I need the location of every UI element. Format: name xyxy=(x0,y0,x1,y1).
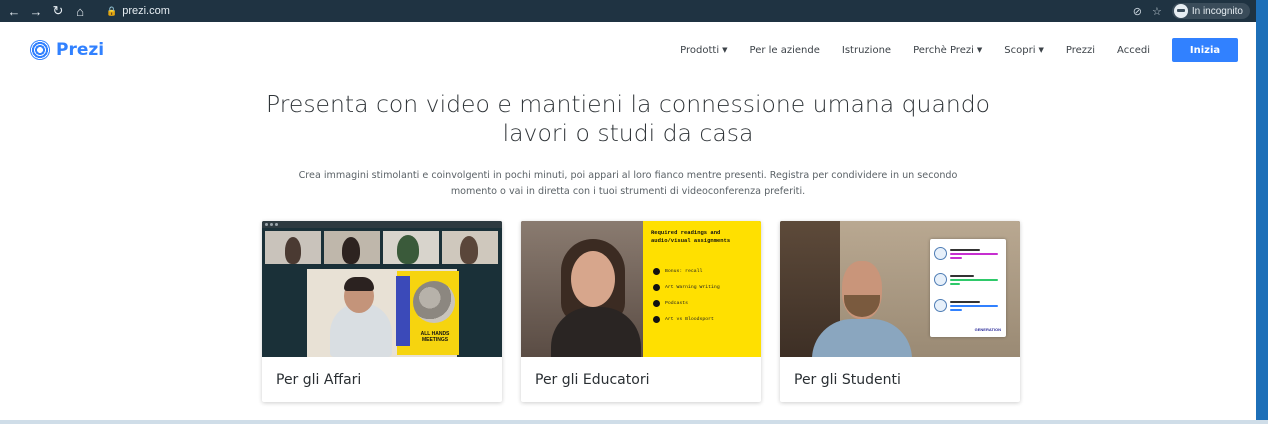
menu-label: Prezzi xyxy=(1065,44,1096,56)
participant-tile xyxy=(383,231,439,264)
hero-subtitle-line: momento o vai in diretta con i tuoi stru… xyxy=(450,186,806,197)
slide-edge-accent xyxy=(1256,0,1268,424)
web-page: Prezi Prodotti ▼ Per le aziende Istruzion… xyxy=(0,22,1256,420)
slide-collage xyxy=(413,281,455,323)
card-label: Per gli Affari xyxy=(276,371,362,388)
card-educatori[interactable]: Required readings and audio/visual assig… xyxy=(521,221,761,402)
avatar-icon xyxy=(934,247,947,260)
card-studenti[interactable]: GENERATION Per gli Studenti xyxy=(780,221,1020,402)
lock-icon: 🔒 xyxy=(106,5,118,16)
assignment-list: Bonus: recall Art Warning Writing Podcas… xyxy=(653,263,753,327)
infographic-caption: GENERATION xyxy=(974,327,1001,332)
menu-item-per-le-aziende[interactable]: Per le aziende xyxy=(750,45,820,56)
slide-edge-bottom xyxy=(0,420,1268,424)
prezi-logo[interactable]: Prezi xyxy=(30,40,104,60)
list-item-text: Art Warning Writing xyxy=(665,284,720,290)
card-label: Per gli Educatori xyxy=(535,371,650,388)
menu-item-prodotti[interactable]: Prodotti ▼ xyxy=(680,45,727,56)
infographic-row xyxy=(934,247,998,260)
slide-menu-strip xyxy=(396,276,410,346)
list-item: Art vs Bloodsport xyxy=(653,311,753,327)
menu-label: Prodotti xyxy=(680,44,720,56)
menu-item-accedi[interactable]: Accedi xyxy=(1117,45,1150,56)
address-bar[interactable]: prezi.com xyxy=(122,5,170,17)
hero-subtitle: Crea immagini stimolanti e coinvolgenti … xyxy=(0,168,1256,200)
browser-toolbar: ← → ↻ ⌂ 🔒 prezi.com ⊘ ☆ In incognito xyxy=(0,0,1256,22)
list-item-text: Bonus: recall xyxy=(665,268,703,274)
menu-label: Perchè Prezi xyxy=(913,44,974,56)
generation-infographic: GENERATION xyxy=(930,239,1006,337)
inizia-button[interactable]: Inizia xyxy=(1172,38,1238,62)
chevron-down-icon: ▼ xyxy=(1038,46,1044,54)
bullet-icon xyxy=(653,283,660,291)
bar-group xyxy=(950,248,998,259)
bullet-icon xyxy=(653,267,660,275)
prezi-logo-icon xyxy=(30,40,50,60)
menu-label: Scopri xyxy=(1004,44,1036,56)
forward-icon[interactable]: → xyxy=(28,3,44,19)
teacher-face xyxy=(571,251,615,307)
chevron-down-icon: ▼ xyxy=(976,46,983,54)
bullet-icon xyxy=(653,315,660,323)
main-menu: Prodotti ▼ Per le aziende Istruzione Perc… xyxy=(658,38,1238,62)
list-item-text: Art vs Bloodsport xyxy=(665,316,714,322)
logo-text: Prezi xyxy=(56,40,105,60)
menu-label: Istruzione xyxy=(841,44,892,56)
avatar-icon xyxy=(934,273,947,286)
menu-label: Per le aziende xyxy=(749,44,820,56)
menu-item-prezzi[interactable]: Prezzi xyxy=(1066,45,1095,56)
card-label: Per gli Studenti xyxy=(794,371,901,388)
menu-item-istruzione[interactable]: Istruzione xyxy=(842,45,891,56)
hero-title: Presenta con video e mantieni la conness… xyxy=(0,90,1256,148)
slide-caption: ALL HANDS MEETINGS xyxy=(420,331,450,343)
incognito-label: In incognito xyxy=(1191,5,1243,17)
participant-tile xyxy=(324,231,380,264)
list-item: Art Warning Writing xyxy=(653,279,753,295)
infographic-row xyxy=(934,299,998,312)
hero-subtitle-line: Crea immagini stimolanti e coinvolgenti … xyxy=(298,170,958,181)
card-educatori-image: Required readings and audio/visual assig… xyxy=(521,221,761,357)
star-icon[interactable]: ☆ xyxy=(1152,5,1162,18)
video-call-titlebar xyxy=(262,221,502,228)
bar-group xyxy=(950,274,998,285)
bullet-icon xyxy=(653,299,660,307)
eye-off-icon[interactable]: ⊘ xyxy=(1133,5,1142,18)
assignment-heading: Required readings and audio/visual assig… xyxy=(651,229,731,244)
card-affari-image: ALL HANDS MEETINGS xyxy=(262,221,502,357)
participant-tile xyxy=(265,231,321,264)
incognito-icon xyxy=(1173,4,1188,18)
chevron-down-icon: ▼ xyxy=(722,46,728,54)
presenter-hair xyxy=(344,277,374,291)
infographic-row xyxy=(934,273,998,286)
reload-icon[interactable]: ↻ xyxy=(50,3,66,19)
list-item: Podcasts xyxy=(653,295,753,311)
incognito-badge[interactable]: In incognito xyxy=(1171,3,1250,19)
list-item: Bonus: recall xyxy=(653,263,753,279)
home-icon[interactable]: ⌂ xyxy=(72,3,88,19)
back-icon[interactable]: ← xyxy=(6,3,22,19)
menu-item-perche-prezi[interactable]: Perchè Prezi ▼ xyxy=(913,45,982,56)
bar-group xyxy=(950,300,998,311)
card-studenti-image: GENERATION xyxy=(780,221,1020,357)
participant-tile xyxy=(442,231,498,264)
list-item-text: Podcasts xyxy=(665,300,689,306)
menu-label: Accedi xyxy=(1117,44,1150,56)
site-header: Prezi Prodotti ▼ Per le aziende Istruzion… xyxy=(0,22,1256,78)
menu-item-scopri[interactable]: Scopri ▼ xyxy=(1004,45,1044,56)
browser-actions: ⊘ ☆ In incognito xyxy=(1133,3,1250,19)
hero-title-line: Presenta con video e mantieni la conness… xyxy=(265,90,991,118)
avatar-icon xyxy=(934,299,947,312)
card-affari[interactable]: ALL HANDS MEETINGS Per gli Affari xyxy=(262,221,502,402)
audience-cards: ALL HANDS MEETINGS Per gli Affari Requir… xyxy=(262,221,1020,402)
hero-title-line: lavori o studi da casa xyxy=(502,119,754,147)
